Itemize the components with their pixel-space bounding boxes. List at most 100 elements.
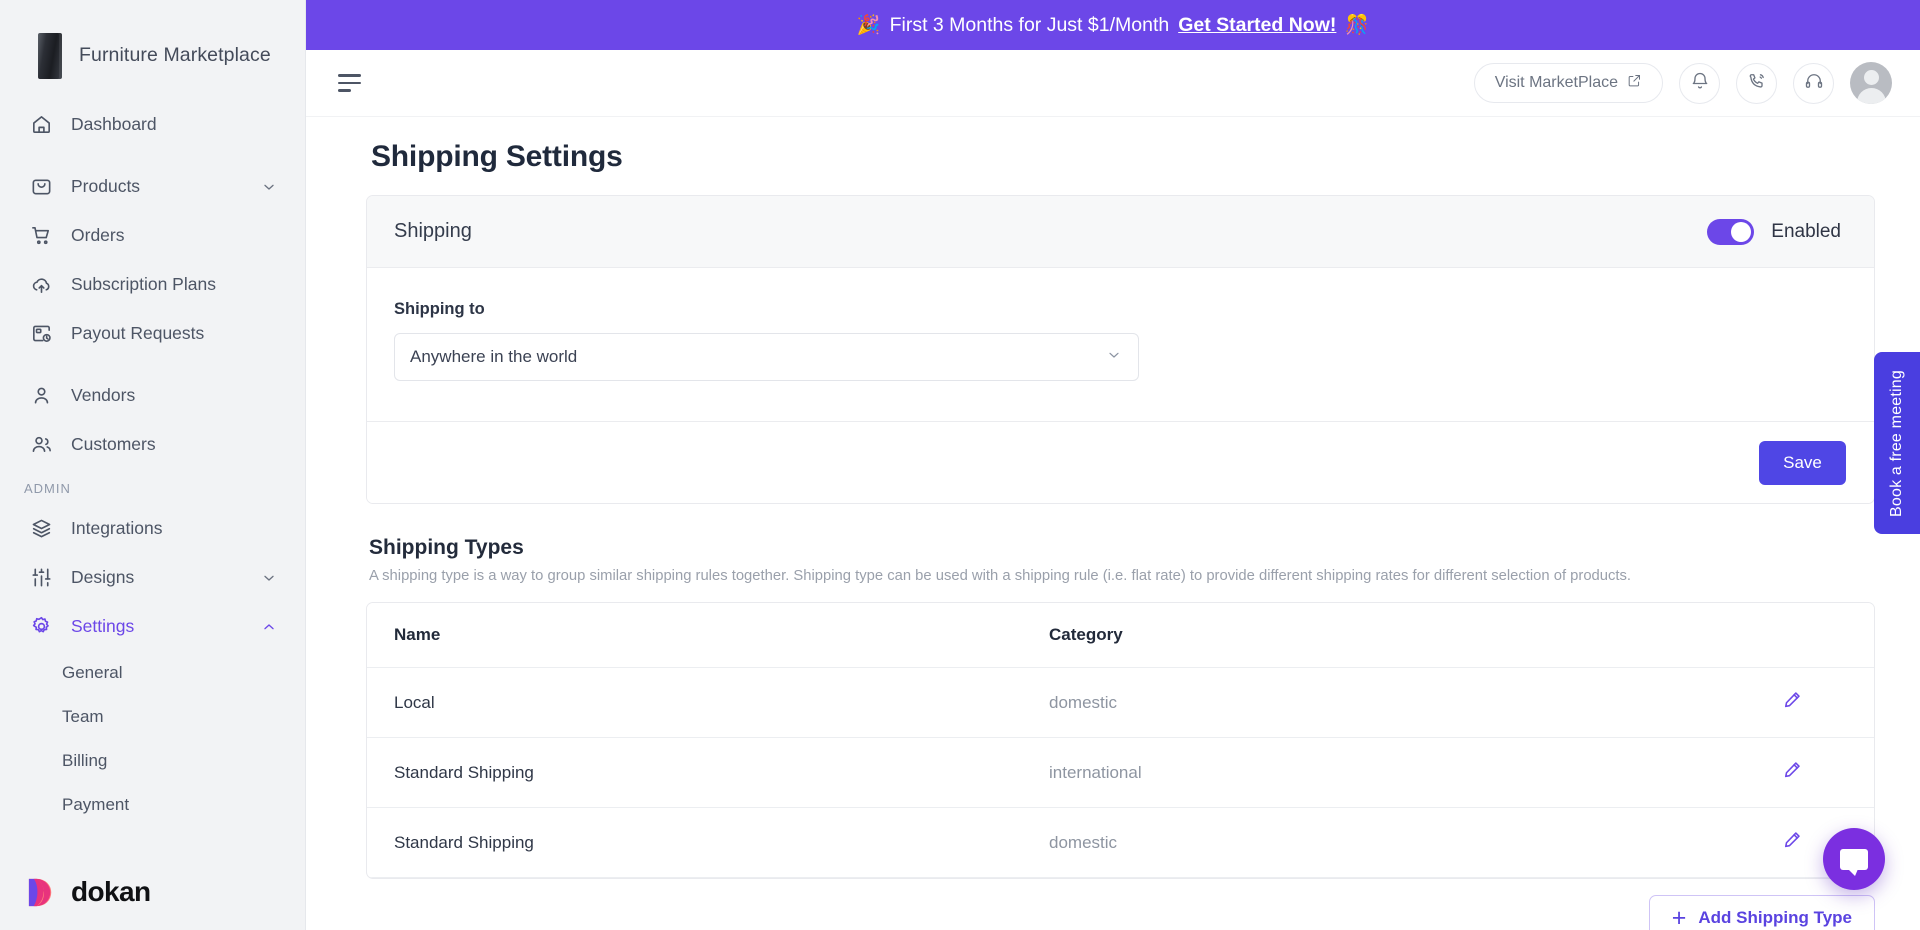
building-thumbnail-icon — [38, 32, 62, 79]
sidebar-item-products[interactable]: Products — [0, 162, 305, 211]
home-icon — [28, 112, 54, 138]
support-button[interactable] — [1793, 62, 1834, 104]
shipping-enabled-toggle[interactable] — [1707, 218, 1755, 245]
avatar[interactable] — [1850, 62, 1892, 104]
sidebar-subitem-payment[interactable]: Payment — [0, 783, 305, 827]
topbar-actions: Visit MarketPlace — [1473, 62, 1892, 104]
cell-name: Standard Shipping — [367, 807, 1022, 878]
brand[interactable]: Furniture Marketplace — [0, 0, 305, 86]
save-button[interactable]: Save — [1759, 440, 1846, 485]
hamburger-icon[interactable] — [338, 73, 364, 93]
add-shipping-type-label: Add Shipping Type — [1698, 908, 1852, 927]
sidebar-item-label: Integrations — [71, 518, 163, 538]
visit-marketplace-label: Visit MarketPlace — [1494, 74, 1618, 91]
shipping-types-table-card: Name Category Local domestic Standard Sh… — [366, 602, 1875, 879]
shipping-toggle-label: Enabled — [1771, 220, 1841, 242]
sidebar-item-integrations[interactable]: Integrations — [0, 504, 305, 553]
shipping-toggle-group: Enabled — [1707, 218, 1841, 245]
chevron-down-icon[interactable] — [261, 179, 277, 195]
promo-text: First 3 Months for Just $1/Month — [889, 13, 1170, 36]
sidebar-item-label: Vendors — [71, 385, 136, 405]
column-header-category: Category — [1022, 603, 1754, 668]
sidebar-item-payout-requests[interactable]: Payout Requests — [0, 309, 305, 358]
plus-icon: + — [1671, 903, 1687, 930]
cell-category: domestic — [1022, 807, 1754, 878]
add-shipping-type-row: + Add Shipping Type — [366, 879, 1875, 930]
sidebar-item-label: Designs — [71, 567, 135, 587]
call-button[interactable] — [1736, 62, 1777, 104]
topbar: Visit MarketPlace — [306, 50, 1920, 117]
shipping-to-select[interactable]: Anywhere in the world — [394, 333, 1139, 381]
chevron-down-icon[interactable] — [261, 570, 277, 586]
cell-name: Standard Shipping — [367, 737, 1022, 808]
book-meeting-tab[interactable]: Book a free meeting — [1874, 352, 1920, 534]
table-head: Name Category — [367, 603, 1874, 668]
brand-name: Furniture Marketplace — [79, 44, 271, 66]
gear-icon — [28, 614, 54, 640]
bag-icon — [28, 174, 54, 200]
app-root: Furniture Marketplace Dashboard Products — [0, 0, 1920, 930]
column-header-name: Name — [367, 603, 1022, 668]
table-row: Local domestic — [367, 667, 1874, 738]
cell-actions — [1754, 737, 1874, 808]
sidebar-item-orders[interactable]: Orders — [0, 211, 305, 260]
page-content: Shipping Settings Shipping Enabled Shipp… — [306, 117, 1920, 930]
dokan-wordmark: dokan — [71, 876, 151, 907]
sidebar-subitem-general[interactable]: General — [0, 651, 305, 695]
book-meeting-label: Book a free meeting — [1888, 369, 1905, 517]
shipping-card-header: Shipping Enabled — [367, 196, 1874, 268]
sidebar-item-label: Payout Requests — [71, 323, 205, 343]
cell-category: international — [1022, 737, 1754, 808]
shipping-card-footer: Save — [367, 421, 1874, 503]
table-body: Local domestic Standard Shipping interna… — [367, 667, 1874, 878]
layers-icon — [28, 516, 54, 542]
sidebar-nav: Dashboard Products Orders Subscription P… — [0, 86, 305, 854]
add-shipping-type-button[interactable]: + Add Shipping Type — [1648, 895, 1875, 930]
promo-cta-link[interactable]: Get Started Now! — [1178, 14, 1336, 37]
sidebar: Furniture Marketplace Dashboard Products — [0, 0, 306, 930]
sidebar-item-designs[interactable]: Designs — [0, 553, 305, 602]
sidebar-item-settings[interactable]: Settings — [0, 602, 305, 651]
sidebar-item-label: Dashboard — [71, 114, 157, 134]
sidebar-item-vendors[interactable]: Vendors — [0, 371, 305, 420]
notifications-button[interactable] — [1679, 62, 1720, 104]
pencil-icon[interactable] — [1781, 762, 1803, 785]
sidebar-item-label: Products — [71, 176, 141, 196]
chat-bubble-icon — [1840, 848, 1868, 876]
shipping-types-title: Shipping Types — [369, 536, 524, 559]
chevron-up-icon[interactable] — [261, 619, 277, 635]
sidebar-subitem-billing[interactable]: Billing — [0, 739, 305, 783]
sidebar-item-label: Subscription Plans — [71, 274, 216, 294]
main-area: 🎉 First 3 Months for Just $1/Month Get S… — [306, 0, 1920, 930]
shipping-to-value: Anywhere in the world — [410, 347, 578, 366]
pencil-icon[interactable] — [1781, 692, 1803, 715]
shipping-to-label: Shipping to — [394, 300, 485, 318]
sidebar-item-customers[interactable]: Customers — [0, 420, 305, 469]
confetti-icon: 🎊 — [1345, 15, 1370, 36]
phone-call-icon — [1747, 71, 1767, 96]
dokan-logo-icon — [26, 876, 59, 909]
sidebar-item-subscription-plans[interactable]: Subscription Plans — [0, 260, 305, 309]
chevron-down-icon — [1106, 347, 1122, 368]
sidebar-subitem-truncated[interactable] — [0, 827, 305, 849]
visit-marketplace-button[interactable]: Visit MarketPlace — [1473, 63, 1663, 103]
sidebar-item-label: Settings — [71, 616, 135, 636]
sidebar-item-label: Customers — [71, 434, 156, 454]
pencil-icon[interactable] — [1781, 832, 1803, 855]
toggle-knob — [1731, 221, 1752, 242]
sidebar-item-dashboard[interactable]: Dashboard — [0, 100, 305, 149]
headset-icon — [1804, 71, 1824, 96]
page-title: Shipping Settings — [371, 140, 623, 173]
sidebar-subitem-team[interactable]: Team — [0, 695, 305, 739]
shipping-types-table: Name Category Local domestic Standard Sh… — [367, 603, 1874, 878]
avatar-head — [1863, 70, 1879, 85]
cell-actions — [1754, 667, 1874, 738]
table-row: Standard Shipping domestic — [367, 807, 1874, 878]
shipping-card-body: Shipping to Anywhere in the world — [367, 268, 1874, 421]
external-link-icon — [1627, 73, 1642, 93]
chat-widget-button[interactable] — [1823, 828, 1885, 890]
user-icon — [28, 383, 54, 409]
shipping-card-title: Shipping — [394, 220, 472, 242]
